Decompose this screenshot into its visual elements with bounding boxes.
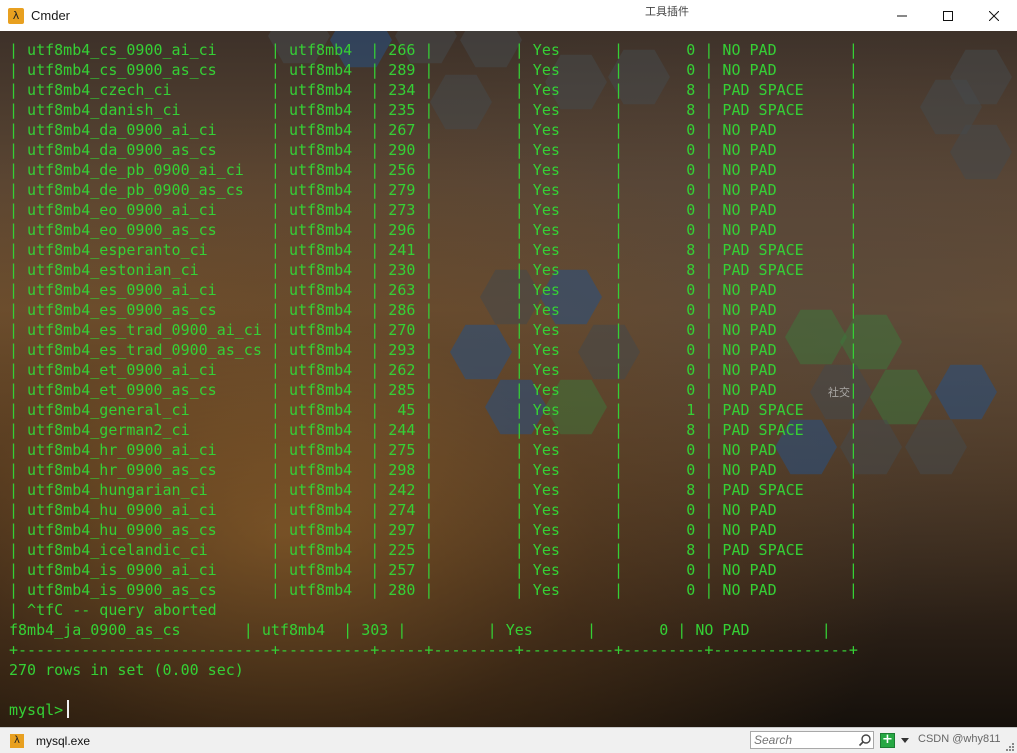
maximize-icon: [943, 10, 953, 21]
search-input[interactable]: [751, 733, 854, 747]
terminal-line: | utf8mb4_cs_0900_ai_ci | utf8mb4 | 266 …: [9, 41, 858, 59]
terminal-line: | utf8mb4_de_pb_0900_as_cs | utf8mb4 | 2…: [9, 181, 858, 199]
window-controls: [879, 0, 1017, 31]
status-bar: λ mysql.exe + CSDN @why811: [0, 727, 1017, 753]
search-icon[interactable]: [858, 733, 872, 747]
terminal-line: | utf8mb4_hr_0900_ai_ci | utf8mb4 | 275 …: [9, 441, 858, 459]
terminal-line: | utf8mb4_et_0900_ai_ci | utf8mb4 | 262 …: [9, 361, 858, 379]
resize-grip-icon[interactable]: [1005, 742, 1015, 752]
terminal-line: | utf8mb4_czech_ci | utf8mb4 | 234 | | Y…: [9, 81, 858, 99]
terminal-line: | utf8mb4_is_0900_ai_ci | utf8mb4 | 257 …: [9, 561, 858, 579]
terminal-line: | utf8mb4_eo_0900_as_cs | utf8mb4 | 296 …: [9, 221, 858, 239]
command-prompt[interactable]: mysql>: [9, 700, 70, 720]
terminal-line: | utf8mb4_is_0900_as_cs | utf8mb4 | 280 …: [9, 581, 858, 599]
cmder-lambda-icon: λ: [8, 7, 24, 24]
terminal-line: f8mb4_ja_0900_as_cs | utf8mb4 | 303 | | …: [9, 621, 831, 639]
terminal-line: | ^tfC -- query aborted: [9, 601, 217, 619]
close-icon: [989, 10, 999, 21]
terminal-line: | utf8mb4_danish_ci | utf8mb4 | 235 | | …: [9, 101, 858, 119]
cmder-lambda-icon: λ: [10, 734, 24, 748]
new-console-button[interactable]: +: [880, 733, 895, 748]
terminal-line: | utf8mb4_es_0900_ai_ci | utf8mb4 | 263 …: [9, 281, 858, 299]
terminal-line: | utf8mb4_et_0900_as_cs | utf8mb4 | 285 …: [9, 381, 858, 399]
terminal-line: | utf8mb4_hr_0900_as_cs | utf8mb4 | 298 …: [9, 461, 858, 479]
terminal-line: | utf8mb4_hu_0900_ai_ci | utf8mb4 | 274 …: [9, 501, 858, 519]
terminal-line: 270 rows in set (0.00 sec): [9, 661, 244, 679]
terminal-line: | utf8mb4_hu_0900_as_cs | utf8mb4 | 297 …: [9, 521, 858, 539]
prompt-label: mysql>: [9, 701, 64, 719]
tab-label: mysql.exe: [36, 734, 91, 748]
cmder-window: λ Cmder 工具插件 社交 | utf8mb4_cs_0900_ai_ci …: [0, 0, 1017, 753]
window-title: Cmder: [31, 8, 71, 23]
close-button[interactable]: [971, 0, 1017, 31]
terminal-line: | utf8mb4_hungarian_ci | utf8mb4 | 242 |…: [9, 481, 858, 499]
terminal-line: | utf8mb4_estonian_ci | utf8mb4 | 230 | …: [9, 261, 858, 279]
terminal-line: | utf8mb4_es_0900_as_cs | utf8mb4 | 286 …: [9, 301, 858, 319]
terminal-line: | utf8mb4_german2_ci | utf8mb4 | 244 | |…: [9, 421, 858, 439]
console-tab[interactable]: λ mysql.exe: [2, 730, 122, 752]
title-bar[interactable]: λ Cmder: [0, 0, 1017, 31]
desktop-fence-label: 工具插件: [645, 6, 689, 18]
csdn-watermark: CSDN @why811: [918, 733, 1001, 745]
minimize-icon: [897, 15, 907, 16]
terminal-line: | utf8mb4_esperanto_ci | utf8mb4 | 241 |…: [9, 241, 858, 259]
terminal-line: | utf8mb4_da_0900_as_cs | utf8mb4 | 290 …: [9, 141, 858, 159]
terminal-line: | utf8mb4_icelandic_ci | utf8mb4 | 225 |…: [9, 541, 858, 559]
text-cursor: [67, 700, 70, 718]
chevron-down-icon[interactable]: [900, 733, 910, 747]
terminal-output[interactable]: | utf8mb4_cs_0900_ai_ci | utf8mb4 | 266 …: [9, 40, 1009, 700]
search-box[interactable]: [750, 731, 874, 749]
terminal-line: | utf8mb4_general_ci | utf8mb4 | 45 | | …: [9, 401, 858, 419]
terminal-line: | utf8mb4_eo_0900_ai_ci | utf8mb4 | 273 …: [9, 201, 858, 219]
terminal-line: +----------------------------+----------…: [9, 641, 858, 659]
maximize-button[interactable]: [925, 0, 971, 31]
terminal-line: | utf8mb4_es_trad_0900_ai_ci | utf8mb4 |…: [9, 321, 858, 339]
terminal-line: | utf8mb4_de_pb_0900_ai_ci | utf8mb4 | 2…: [9, 161, 858, 179]
terminal-line: | utf8mb4_es_trad_0900_as_cs | utf8mb4 |…: [9, 341, 858, 359]
minimize-button[interactable]: [879, 0, 925, 31]
terminal-line: | utf8mb4_cs_0900_as_cs | utf8mb4 | 289 …: [9, 61, 858, 79]
terminal-line: | utf8mb4_da_0900_ai_ci | utf8mb4 | 267 …: [9, 121, 858, 139]
